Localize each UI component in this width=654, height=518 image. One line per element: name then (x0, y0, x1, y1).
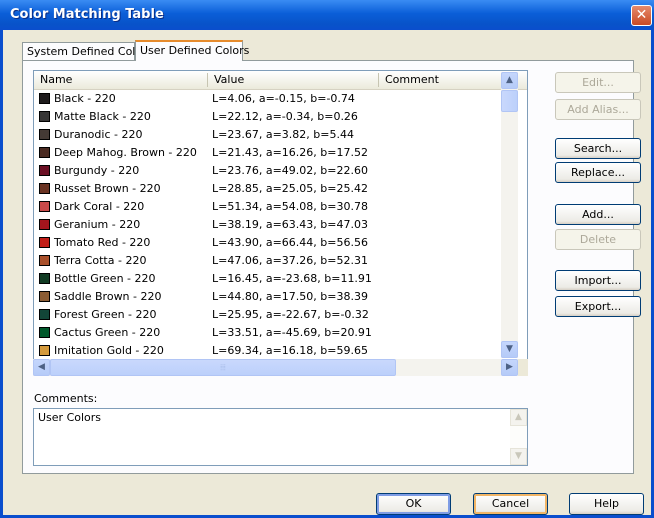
list-item[interactable]: Forest Green - 220 L=25.95, a=-22.67, b=-… (34, 306, 527, 324)
comments-scroll-up-icon[interactable]: ▲ (510, 409, 527, 426)
color-swatch (39, 111, 50, 122)
column-header-comment[interactable]: Comment (385, 73, 439, 86)
list-item[interactable]: Dark Coral - 220 L=51.34, a=54.08, b=30.7… (34, 198, 527, 216)
color-swatch (39, 291, 50, 302)
color-name: Bottle Green - 220 (54, 272, 156, 285)
color-name: Duranodic - 220 (54, 128, 143, 141)
color-value: L=51.34, a=54.08, b=30.78 (212, 200, 368, 213)
list-item[interactable]: Russet Brown - 220 L=28.85, a=25.05, b=25… (34, 180, 527, 198)
scroll-right-arrow-icon[interactable]: ▶ (501, 359, 518, 376)
list-item[interactable]: Saddle Brown - 220 L=44.80, a=17.50, b=38… (34, 288, 527, 306)
window-title: Color Matching Table (10, 7, 164, 22)
color-name: Imitation Gold - 220 (54, 344, 164, 357)
color-name: Burgundy - 220 (54, 164, 140, 177)
import-button[interactable]: Import... (555, 270, 641, 291)
color-value: L=28.85, a=25.05, b=25.42 (212, 182, 368, 195)
comments-scrollbar[interactable]: ▲ ▼ (510, 409, 527, 465)
color-name: Cactus Green - 220 (54, 326, 161, 339)
delete-button[interactable]: Delete (555, 229, 641, 250)
vertical-scroll-thumb[interactable] (501, 90, 518, 112)
list-item[interactable]: Geranium - 220 L=38.19, a=63.43, b=47.03 (34, 216, 527, 234)
list-item[interactable]: Tomato Red - 220 L=43.90, a=66.44, b=56.5… (34, 234, 527, 252)
search-button[interactable]: Search... (555, 138, 641, 159)
list-item[interactable]: Bottle Green - 220 L=16.45, a=-23.68, b=1… (34, 270, 527, 288)
color-value: L=23.76, a=49.02, b=22.60 (212, 164, 368, 177)
color-value: L=43.90, a=66.44, b=56.56 (212, 236, 368, 249)
color-swatch (39, 273, 50, 284)
color-swatch (39, 183, 50, 194)
add-alias-button[interactable]: Add Alias... (555, 99, 641, 120)
column-divider[interactable] (378, 73, 379, 87)
color-value: L=4.06, a=-0.15, b=-0.74 (212, 92, 355, 105)
color-name: Dark Coral - 220 (54, 200, 145, 213)
cancel-button[interactable]: Cancel (473, 493, 548, 515)
ok-button[interactable]: OK (376, 493, 451, 515)
color-value: L=25.95, a=-22.67, b=-0.32 (212, 308, 369, 321)
list-horizontal-scrollbar[interactable]: ◀ ⦙⦙⦙ ▶ (33, 359, 518, 376)
color-swatch (39, 93, 50, 104)
scroll-up-arrow-icon[interactable]: ▲ (501, 72, 518, 89)
list-item[interactable]: Imitation Gold - 220 L=69.34, a=16.18, b=… (34, 342, 527, 360)
list-header: Name Value Comment (34, 71, 527, 90)
color-name: Russet Brown - 220 (54, 182, 161, 195)
color-swatch (39, 255, 50, 266)
list-item[interactable]: Black - 220 L=4.06, a=-0.15, b=-0.74 (34, 90, 527, 108)
color-value: L=44.80, a=17.50, b=38.39 (212, 290, 368, 303)
list-item[interactable]: Matte Black - 220 L=22.12, a=-0.34, b=0.2… (34, 108, 527, 126)
color-value: L=21.43, a=16.26, b=17.52 (212, 146, 368, 159)
color-value: L=38.19, a=63.43, b=47.03 (212, 218, 368, 231)
color-swatch (39, 345, 50, 356)
color-name: Deep Mahog. Brown - 220 (54, 146, 197, 159)
scroll-down-arrow-icon[interactable]: ▼ (501, 341, 518, 358)
column-header-name[interactable]: Name (40, 73, 72, 86)
list-item[interactable]: Terra Cotta - 220 L=47.06, a=37.26, b=52.… (34, 252, 527, 270)
color-value: L=33.51, a=-45.69, b=20.91 (212, 326, 372, 339)
list-item[interactable]: Cactus Green - 220 L=33.51, a=-45.69, b=2… (34, 324, 527, 342)
comments-label: Comments: (34, 392, 98, 405)
color-swatch (39, 165, 50, 176)
color-value: L=23.67, a=3.82, b=5.44 (212, 128, 354, 141)
tab-user-defined-colors[interactable]: User Defined Colors (135, 40, 249, 61)
column-header-value[interactable]: Value (214, 73, 244, 86)
color-swatch (39, 237, 50, 248)
color-value: L=22.12, a=-0.34, b=0.26 (212, 110, 358, 123)
title-bar[interactable]: Color Matching Table ✕ (0, 0, 654, 30)
list-rows: Black - 220 L=4.06, a=-0.15, b=-0.74 Matte… (34, 90, 527, 375)
color-swatch (39, 129, 50, 140)
column-divider[interactable] (207, 73, 208, 87)
tab-system-defined-colors[interactable]: System Defined Colors (22, 42, 152, 60)
color-name: Matte Black - 220 (54, 110, 151, 123)
color-name: Tomato Red - 220 (54, 236, 151, 249)
list-item[interactable]: Burgundy - 220 L=23.76, a=49.02, b=22.60 (34, 162, 527, 180)
close-button[interactable]: ✕ (631, 5, 652, 26)
list-vertical-scrollbar[interactable]: ▲ ▼ (501, 72, 518, 358)
replace-button[interactable]: Replace... (555, 162, 641, 183)
color-swatch (39, 219, 50, 230)
list-item[interactable]: Deep Mahog. Brown - 220 L=21.43, a=16.26,… (34, 144, 527, 162)
color-name: Geranium - 220 (54, 218, 141, 231)
list-item[interactable]: Duranodic - 220 L=23.67, a=3.82, b=5.44 (34, 126, 527, 144)
add-button[interactable]: Add... (555, 204, 641, 225)
color-swatch (39, 201, 50, 212)
comments-scroll-down-icon[interactable]: ▼ (510, 448, 527, 465)
color-swatch (39, 327, 50, 338)
help-button[interactable]: Help (569, 493, 644, 515)
color-name: Saddle Brown - 220 (54, 290, 162, 303)
edit-button[interactable]: Edit... (555, 72, 641, 93)
color-value: L=16.45, a=-23.68, b=11.91 (212, 272, 372, 285)
color-swatch (39, 309, 50, 320)
horizontal-scroll-thumb[interactable]: ⦙⦙⦙ (50, 359, 396, 376)
export-button[interactable]: Export... (555, 296, 641, 317)
comments-text: User Colors (38, 411, 102, 424)
scrollbar-corner (518, 359, 528, 376)
comments-field[interactable]: User Colors ▲ ▼ (33, 408, 528, 466)
color-name: Terra Cotta - 220 (54, 254, 147, 267)
color-value: L=47.06, a=37.26, b=52.31 (212, 254, 368, 267)
color-name: Black - 220 (54, 92, 116, 105)
color-list[interactable]: Name Value Comment Black - 220 L=4.06, a=… (33, 70, 528, 376)
color-name: Forest Green - 220 (54, 308, 157, 321)
color-value: L=69.34, a=16.18, b=59.65 (212, 344, 368, 357)
color-swatch (39, 147, 50, 158)
scroll-left-arrow-icon[interactable]: ◀ (33, 359, 50, 376)
